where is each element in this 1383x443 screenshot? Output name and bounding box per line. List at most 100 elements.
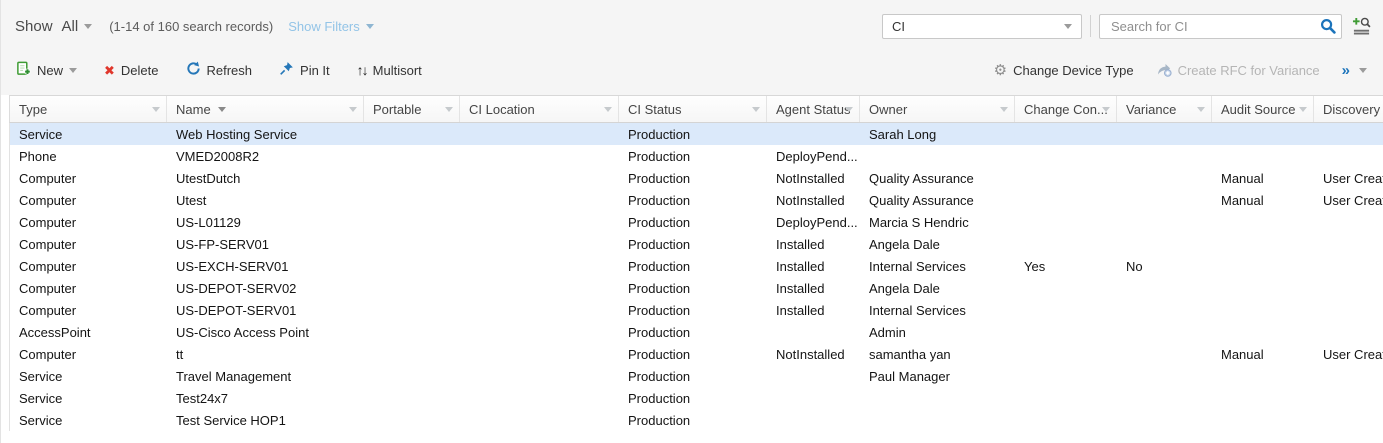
refresh-label: Refresh	[207, 63, 253, 78]
table-cell	[1015, 277, 1117, 299]
new-document-icon	[16, 61, 31, 79]
table-cell	[767, 123, 860, 145]
table-cell	[1117, 409, 1212, 431]
table-row[interactable]: PhoneVMED2008R2ProductionDeployPend...	[10, 145, 1383, 167]
toolbar-overflow-button[interactable]: »	[1342, 63, 1350, 78]
table-cell	[767, 387, 860, 409]
column-header-agent-status[interactable]: Agent Status	[767, 96, 860, 122]
column-header-type[interactable]: Type	[10, 96, 167, 122]
column-label: Type	[19, 102, 47, 117]
table-row[interactable]: AccessPointUS-Cisco Access PointProducti…	[10, 321, 1383, 343]
filter-icon[interactable]	[1102, 107, 1110, 112]
column-label: CI Status	[628, 102, 681, 117]
column-header-variance[interactable]: Variance	[1117, 96, 1212, 122]
refresh-button[interactable]: Refresh	[186, 61, 253, 79]
new-button[interactable]: New	[16, 61, 77, 79]
filter-icon[interactable]	[1000, 107, 1008, 112]
column-label: Discovery	[1323, 102, 1380, 117]
grid-header: Type NamePortableCI Location CI Status Agen…	[9, 95, 1383, 123]
table-row[interactable]: ComputerUS-FP-SERV01ProductionInstalledA…	[10, 233, 1383, 255]
entity-type-select[interactable]: CI	[882, 14, 1082, 39]
column-label: Audit Source	[1221, 102, 1295, 117]
table-row[interactable]: ComputerUS-EXCH-SERV01ProductionInstalle…	[10, 255, 1383, 277]
table-cell	[1212, 299, 1314, 321]
table-cell: Installed	[767, 277, 860, 299]
table-cell	[767, 409, 860, 431]
table-cell: Production	[619, 189, 767, 211]
search-icon[interactable]	[1320, 18, 1336, 34]
table-cell: Computer	[10, 299, 167, 321]
column-label: Owner	[869, 102, 907, 117]
delete-x-icon: ✖	[104, 64, 115, 77]
table-cell	[460, 189, 619, 211]
show-all-dropdown[interactable]: All	[62, 18, 93, 35]
up-down-arrows-icon: ↑↓	[357, 63, 367, 77]
column-header-change-con[interactable]: Change Con...	[1015, 96, 1117, 122]
show-label: Show	[15, 18, 53, 35]
table-row[interactable]: ComputerUS-DEPOT-SERV02ProductionInstall…	[10, 277, 1383, 299]
table-cell: NotInstalled	[767, 343, 860, 365]
column-header-ci-location[interactable]: CI Location	[460, 96, 619, 122]
table-cell: Manual	[1212, 189, 1314, 211]
column-header-audit-source[interactable]: Audit Source	[1212, 96, 1314, 122]
create-rfc-label: Create RFC for Variance	[1178, 63, 1320, 78]
table-cell: US-L01129	[167, 211, 364, 233]
table-cell	[1212, 321, 1314, 343]
table-row[interactable]: ServiceWeb Hosting ServiceProductionSara…	[10, 123, 1383, 145]
column-header-portable[interactable]: Portable	[364, 96, 460, 122]
table-cell	[1314, 299, 1383, 321]
filter-icon[interactable]	[604, 107, 612, 112]
table-cell	[1212, 255, 1314, 277]
chevron-down-icon	[84, 24, 92, 29]
table-row[interactable]: ServiceTest Service HOP1Production	[10, 409, 1383, 431]
table-cell	[1212, 387, 1314, 409]
table-row[interactable]: ComputerUS-L01129ProductionDeployPend...…	[10, 211, 1383, 233]
table-cell	[1117, 233, 1212, 255]
search-input[interactable]	[1109, 18, 1316, 35]
table-cell: Computer	[10, 189, 167, 211]
table-cell: Phone	[10, 145, 167, 167]
refresh-icon	[186, 61, 201, 79]
multisort-button[interactable]: ↑↓ Multisort	[357, 63, 422, 78]
create-rfc-button[interactable]: Create RFC for Variance	[1156, 61, 1320, 80]
column-label: Variance	[1126, 102, 1176, 117]
table-row[interactable]: ComputerUtestDutchProductionNotInstalled…	[10, 167, 1383, 189]
delete-button[interactable]: ✖ Delete	[104, 63, 158, 78]
column-header-owner[interactable]: Owner	[860, 96, 1015, 122]
table-cell	[1117, 211, 1212, 233]
table-cell: US-FP-SERV01	[167, 233, 364, 255]
search-box	[1099, 14, 1342, 39]
pushpin-icon	[279, 61, 294, 79]
column-header-name[interactable]: Name	[167, 96, 364, 122]
table-cell: US-DEPOT-SERV01	[167, 299, 364, 321]
filter-icon[interactable]	[349, 107, 357, 112]
filter-icon[interactable]	[445, 107, 453, 112]
table-row[interactable]: ComputerUtestProductionNotInstalledQuali…	[10, 189, 1383, 211]
table-cell: Production	[619, 299, 767, 321]
divider	[1090, 15, 1091, 37]
table-row[interactable]: ComputerttProductionNotInstalledsamantha…	[10, 343, 1383, 365]
change-device-type-button[interactable]: ⚙ Change Device Type	[994, 63, 1134, 78]
table-row[interactable]: ServiceTravel ManagementProductionPaul M…	[10, 365, 1383, 387]
chevron-down-icon[interactable]	[1359, 68, 1367, 73]
filter-icon[interactable]	[152, 107, 160, 112]
filter-icon[interactable]	[1299, 107, 1307, 112]
table-row[interactable]: ServiceTest24x7Production	[10, 387, 1383, 409]
show-filters-link[interactable]: Show Filters	[288, 19, 374, 34]
add-saved-search-icon[interactable]	[1352, 17, 1371, 35]
filter-icon[interactable]	[752, 107, 760, 112]
sort-desc-icon	[218, 107, 226, 112]
pin-it-button[interactable]: Pin It	[279, 61, 330, 79]
toolbar-right: ⚙ Change Device Type Create RFC for Vari…	[994, 61, 1367, 80]
table-cell: NotInstalled	[767, 167, 860, 189]
column-header-ci-status[interactable]: CI Status	[619, 96, 767, 122]
table-cell	[1212, 211, 1314, 233]
show-all-value: All	[62, 18, 79, 35]
filter-icon[interactable]	[1197, 107, 1205, 112]
filter-icon[interactable]	[845, 107, 853, 112]
table-row[interactable]: ComputerUS-DEPOT-SERV01ProductionInstall…	[10, 299, 1383, 321]
table-cell	[460, 123, 619, 145]
column-header-discovery[interactable]: Discovery	[1314, 96, 1383, 122]
table-cell	[364, 123, 460, 145]
table-cell: Marcia S Hendric	[860, 211, 1015, 233]
